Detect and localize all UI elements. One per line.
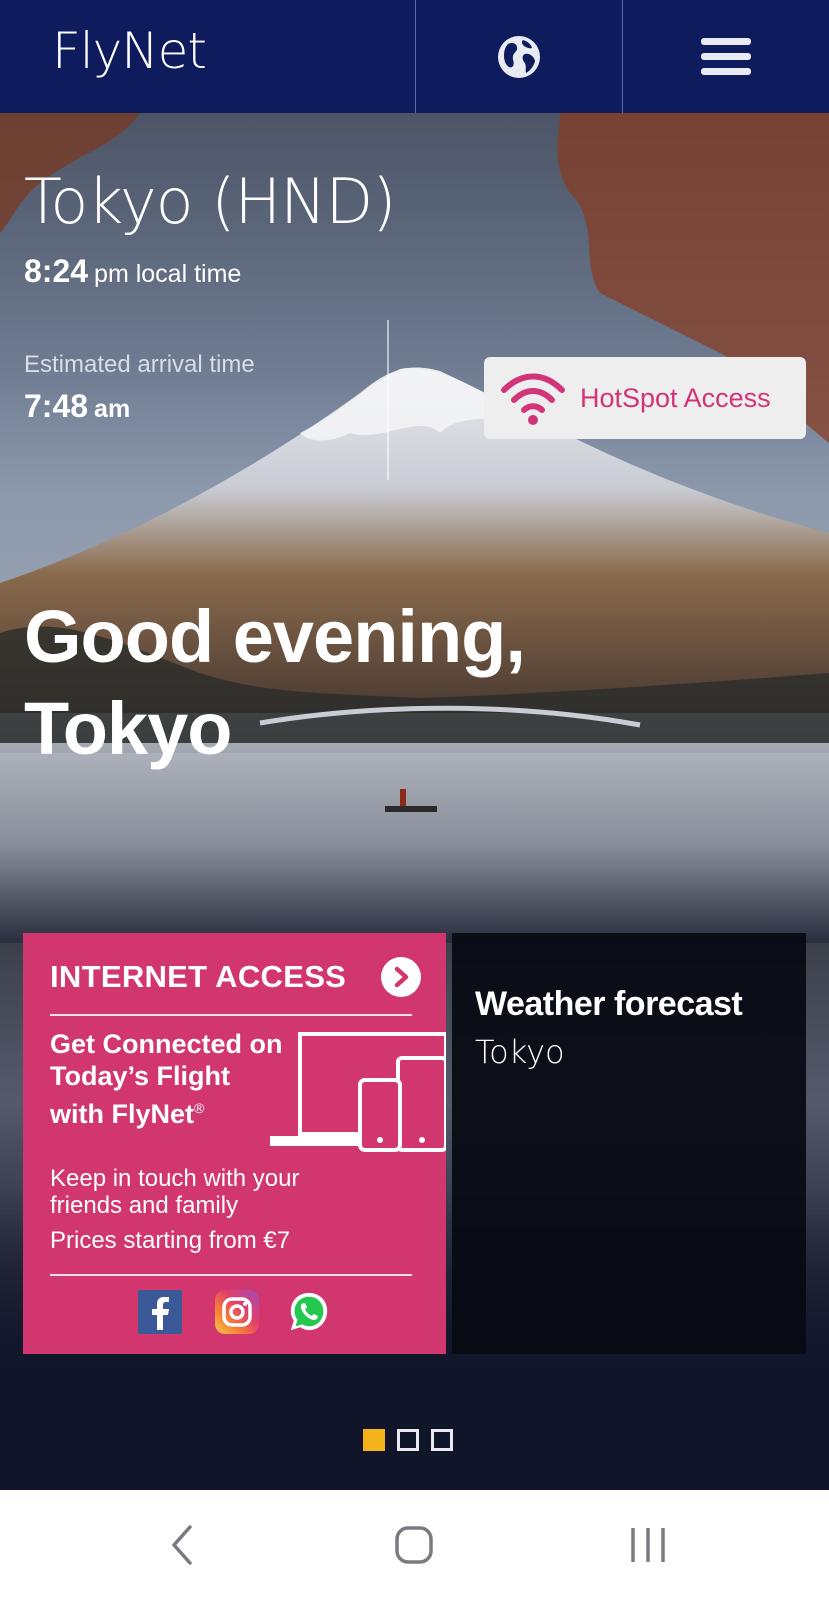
greeting-line-2: Tokyo — [24, 687, 232, 770]
local-time: 8:24 pm local time — [24, 253, 241, 290]
internet-headline: Get Connected on Today’s Flight with Fly… — [50, 1028, 290, 1130]
greeting-line-1: Good evening, — [24, 595, 526, 678]
globe-icon — [498, 35, 540, 78]
back-icon — [172, 1525, 192, 1565]
local-time-suffix: pm local time — [94, 260, 242, 288]
eta-time: 7:48 am — [24, 388, 130, 425]
chevron-right-icon[interactable] — [381, 957, 421, 997]
carousel-dot-1[interactable] — [363, 1429, 385, 1451]
recents-button[interactable] — [608, 1510, 688, 1580]
back-button[interactable] — [143, 1510, 223, 1580]
internet-price: Prices starting from €7 — [50, 1227, 291, 1254]
whatsapp-icon[interactable] — [287, 1290, 331, 1334]
card-divider — [50, 1014, 412, 1016]
greeting-heading: Good evening, Tokyo — [24, 591, 526, 775]
internet-body-text: Keep in touch with your friends and fami… — [50, 1165, 300, 1219]
facebook-icon[interactable] — [138, 1290, 182, 1334]
menu-button[interactable] — [623, 0, 829, 113]
system-navigation-bar — [0, 1490, 829, 1600]
eta-time-value: 7:48 — [24, 388, 89, 424]
divider-line — [387, 320, 389, 480]
hero-section: Tokyo (HND) 8:24 pm local time Estimated … — [0, 113, 829, 1490]
weather-city: Tokyo — [475, 1033, 565, 1071]
recents-icon — [631, 1528, 665, 1562]
app-header: FlyNet — [0, 0, 829, 113]
devices-illustration-icon — [270, 1032, 446, 1152]
language-button[interactable] — [416, 0, 622, 113]
hotspot-label: HotSpot Access — [580, 382, 771, 413]
carousel-dot-2[interactable] — [397, 1429, 419, 1451]
wifi-icon — [501, 373, 565, 425]
home-button[interactable] — [374, 1510, 454, 1580]
carousel-indicator — [363, 1429, 453, 1451]
eta-time-suffix: am — [94, 395, 131, 423]
internet-access-title: INTERNET ACCESS — [50, 959, 347, 994]
internet-access-card[interactable]: INTERNET ACCESS Get Connected on Today’s… — [23, 933, 446, 1354]
carousel-dot-3[interactable] — [431, 1429, 453, 1451]
flynet-logo[interactable]: FlyNet — [52, 22, 207, 80]
home-icon — [395, 1526, 433, 1564]
weather-title: Weather forecast — [475, 985, 743, 1023]
eta-label: Estimated arrival time — [24, 351, 255, 378]
weather-forecast-card[interactable]: Weather forecast Tokyo — [452, 933, 806, 1354]
hotspot-access-button[interactable]: HotSpot Access — [484, 357, 806, 439]
hamburger-menu-icon — [701, 37, 751, 75]
destination-city: Tokyo (HND) — [24, 165, 396, 238]
card-divider — [50, 1274, 412, 1276]
local-time-value: 8:24 — [24, 253, 89, 289]
instagram-icon[interactable] — [215, 1290, 259, 1334]
internet-headline-text: Get Connected on Today’s Flight with Fly… — [50, 1029, 283, 1129]
registered-mark: ® — [194, 1100, 205, 1116]
